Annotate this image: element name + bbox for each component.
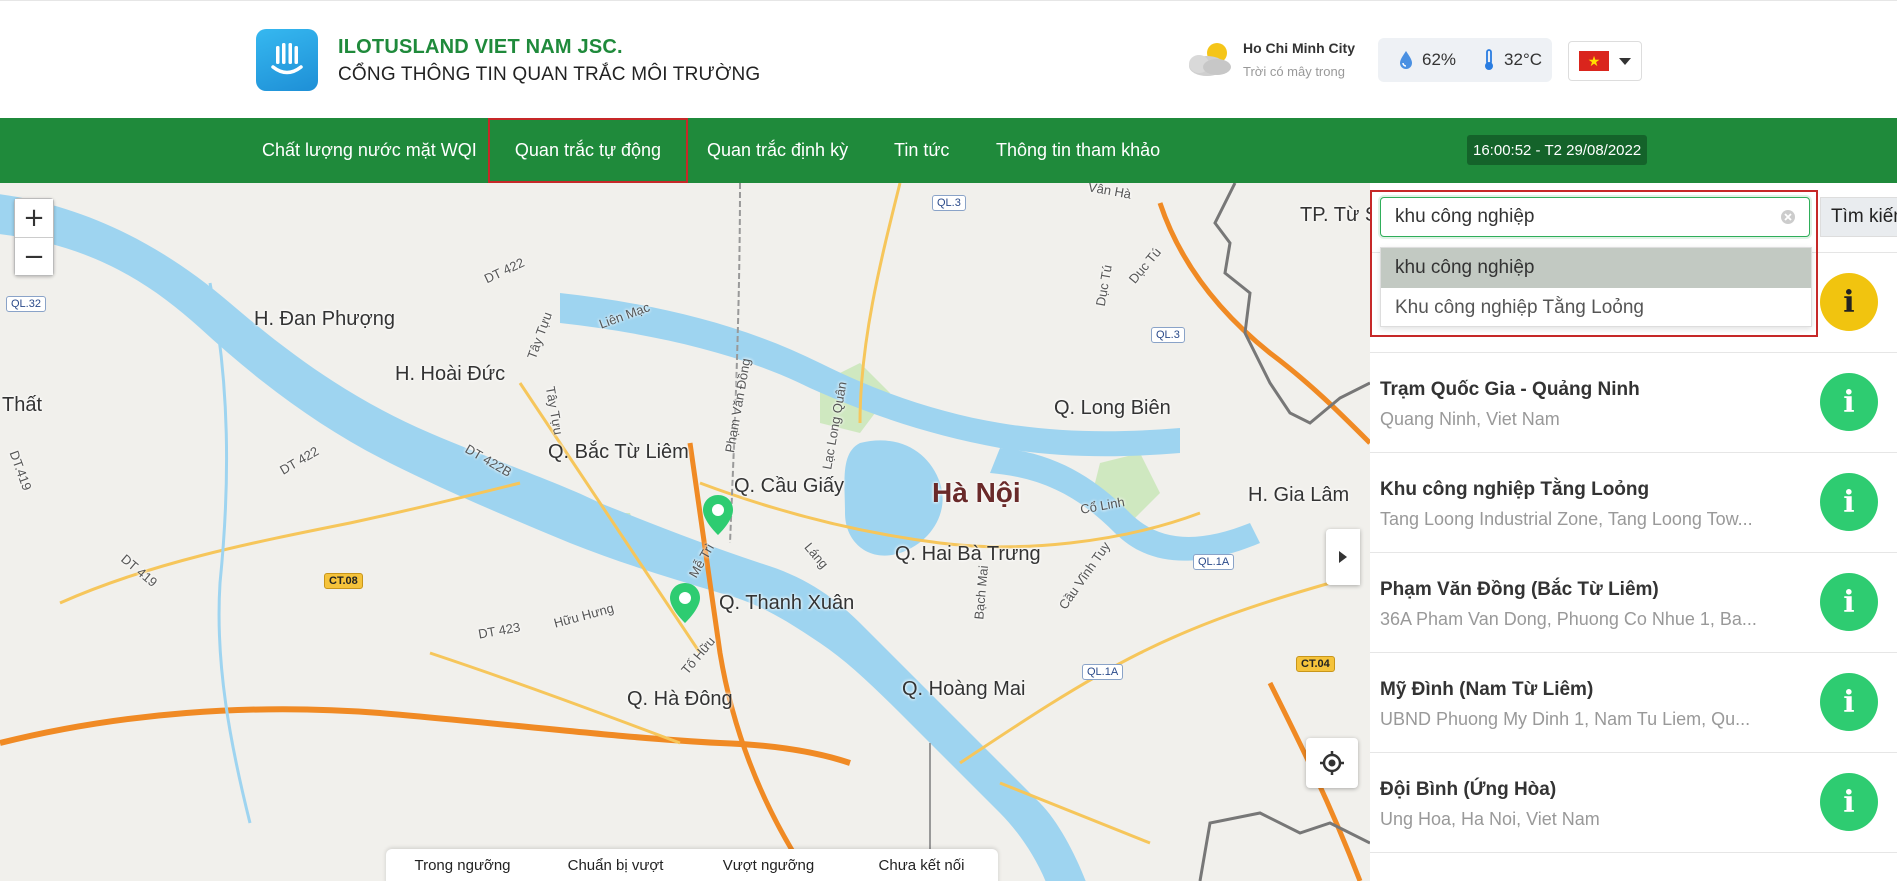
search-input[interactable] — [1380, 197, 1810, 237]
chevron-down-icon — [1619, 57, 1631, 65]
search-bar: Tìm kiếm — [1370, 183, 1897, 253]
road-badge-ql1a: QL.1A — [1193, 554, 1235, 570]
road-badge-ql3: QL.3 — [932, 195, 966, 211]
info-icon[interactable]: i — [1820, 373, 1878, 431]
nav-item-periodic-monitoring[interactable]: Quan trắc định kỳ — [707, 118, 848, 183]
thermometer-icon — [1485, 49, 1494, 70]
road-badge-ql32: QL.32 — [6, 296, 46, 312]
header: ILOTUSLAND VIET NAM JSC. CỔNG THÔNG TIN … — [0, 0, 1897, 118]
app-root: ILOTUSLAND VIET NAM JSC. CỔNG THÔNG TIN … — [0, 0, 1897, 881]
map-label-bac-tu-liem: Q. Bắc Từ Liêm — [548, 441, 689, 463]
weather-readings: 62% 32°C — [1378, 38, 1552, 82]
map-label-cau-giay: Q. Cầu Giấy — [734, 475, 845, 497]
station-sidebar: Tìm kiếm i Trạm Quốc Gia - Quảng Ninh Qu… — [1370, 183, 1897, 881]
road-badge-ql1a-2: QL.1A — [1082, 664, 1124, 680]
expand-sidebar-button[interactable] — [1326, 529, 1360, 585]
chevron-right-icon — [1339, 551, 1347, 563]
lotus-logo-icon[interactable] — [256, 29, 318, 91]
map[interactable]: H. Đan Phượng H. Hoài Đức Thất Q. Bắc Từ… — [0, 183, 1370, 881]
station-row[interactable]: Đội Bình (Ứng Hòa) Ung Hoa, Ha Noi, Viet… — [1370, 753, 1897, 853]
info-icon[interactable]: i — [1820, 573, 1878, 631]
map-label-dan-phuong: H. Đan Phượng — [254, 308, 396, 330]
station-address: Ung Hoa, Ha Noi, Viet Nam — [1380, 809, 1600, 829]
map-legend: Trong ngưỡng Chuẩn bị vượt Vượt ngưỡng C… — [386, 849, 998, 881]
road-badge-ql3-2: QL.3 — [1151, 327, 1185, 343]
map-base — [0, 183, 1370, 881]
info-icon[interactable]: i — [1820, 673, 1878, 731]
search-suggestions: khu công nghiệp Khu công nghiệp Tằng Loỏ… — [1380, 247, 1812, 327]
station-name: Trạm Quốc Gia - Quảng Ninh — [1380, 379, 1640, 400]
map-label-hai-ba-trung: Q. Hai Bà Trưng — [895, 543, 1041, 565]
clear-icon[interactable] — [1780, 209, 1796, 225]
locate-button[interactable] — [1306, 738, 1358, 788]
city-name: Ho Chi Minh City — [1243, 40, 1355, 56]
station-address: Quang Ninh, Viet Nam — [1380, 409, 1560, 429]
road-badge-ct04: CT.04 — [1296, 656, 1335, 672]
suggestion-item[interactable]: khu công nghiệp — [1381, 248, 1811, 288]
station-name: Phạm Văn Đồng (Bắc Từ Liêm) — [1380, 579, 1659, 600]
nav-item-reference[interactable]: Thông tin tham khảo — [996, 118, 1160, 183]
nav-item-auto-monitoring[interactable]: Quan trắc tự động — [488, 118, 688, 183]
clock: 16:00:52 - T2 29/08/2022 — [1467, 135, 1648, 165]
weather-description: Trời có mây trong — [1243, 64, 1345, 79]
map-label-thanh-xuan: Q. Thanh Xuân — [719, 592, 855, 614]
crosshair-icon — [1320, 751, 1344, 775]
map-label-ha-dong: Q. Hà Đông — [627, 688, 733, 710]
station-row[interactable]: Phạm Văn Đồng (Bắc Từ Liêm) 36A Pham Van… — [1370, 553, 1897, 653]
info-icon[interactable]: i — [1820, 473, 1878, 531]
station-address: UBND Phuong My Dinh 1, Nam Tu Liem, Qu..… — [1380, 709, 1751, 729]
temperature-value: 32°C — [1504, 50, 1543, 69]
vietnam-flag-icon: ★ — [1579, 51, 1609, 71]
nav-item-wqi[interactable]: Chất lượng nước mặt WQI — [262, 118, 477, 183]
map-label-hoang-mai: Q. Hoàng Mai — [902, 678, 1026, 700]
station-name: Đội Bình (Ứng Hòa) — [1380, 779, 1557, 800]
search-button[interactable]: Tìm kiếm — [1820, 197, 1897, 237]
nav-item-news[interactable]: Tin tức — [894, 118, 949, 183]
legend-item-exceeded: Vượt ngưỡng — [722, 857, 815, 874]
zoom-control: + − — [14, 198, 54, 276]
station-address: Tang Loong Industrial Zone, Tang Loong T… — [1380, 509, 1753, 529]
station-marker-icon[interactable] — [668, 581, 702, 625]
map-label-long-bien: Q. Long Biên — [1054, 397, 1171, 419]
station-row[interactable]: Khu công nghiệp Tằng Loỏng Tang Loong In… — [1370, 453, 1897, 553]
road-badge-ct08: CT.08 — [324, 573, 363, 589]
legend-item-near: Chuẩn bị vượt — [567, 857, 664, 874]
station-address: 36A Pham Van Dong, Phuong Co Nhue 1, Ba.… — [1380, 609, 1757, 629]
map-label-gia-lam: H. Gia Lâm — [1248, 484, 1350, 506]
info-icon[interactable]: i — [1820, 773, 1878, 831]
station-row[interactable]: Mỹ Đình (Nam Từ Liêm) UBND Phuong My Din… — [1370, 653, 1897, 753]
portal-title: CỔNG THÔNG TIN QUAN TRẮC MÔI TRƯỜNG — [338, 64, 761, 85]
humidity-drop-icon — [1400, 51, 1412, 69]
zoom-in-button[interactable]: + — [15, 199, 53, 237]
humidity-value: 62% — [1422, 50, 1457, 69]
station-name: Khu công nghiệp Tằng Loỏng — [1380, 479, 1650, 500]
partly-cloudy-icon — [1189, 43, 1231, 76]
station-row[interactable]: Trạm Quốc Gia - Quảng Ninh Quang Ninh, V… — [1370, 353, 1897, 453]
language-selector[interactable]: ★ — [1568, 41, 1642, 81]
station-marker-icon[interactable] — [701, 493, 735, 537]
map-label-ha-noi: Hà Nội — [932, 477, 1021, 508]
zoom-out-button[interactable]: − — [15, 237, 53, 275]
map-label-tu-son: TP. Từ S — [1300, 204, 1370, 226]
legend-item-disconnected: Chưa kết nối — [878, 857, 965, 874]
map-label-hoai-duc: H. Hoài Đức — [395, 363, 506, 385]
legend-item-within: Trong ngưỡng — [414, 857, 511, 874]
brand-name: ILOTUSLAND VIET NAM JSC. — [338, 36, 623, 58]
station-name: Mỹ Đình (Nam Từ Liêm) — [1380, 679, 1594, 700]
suggestion-item[interactable]: Khu công nghiệp Tằng Loỏng — [1381, 288, 1811, 328]
info-icon[interactable]: i — [1820, 273, 1878, 331]
map-label-that: Thất — [2, 394, 43, 416]
